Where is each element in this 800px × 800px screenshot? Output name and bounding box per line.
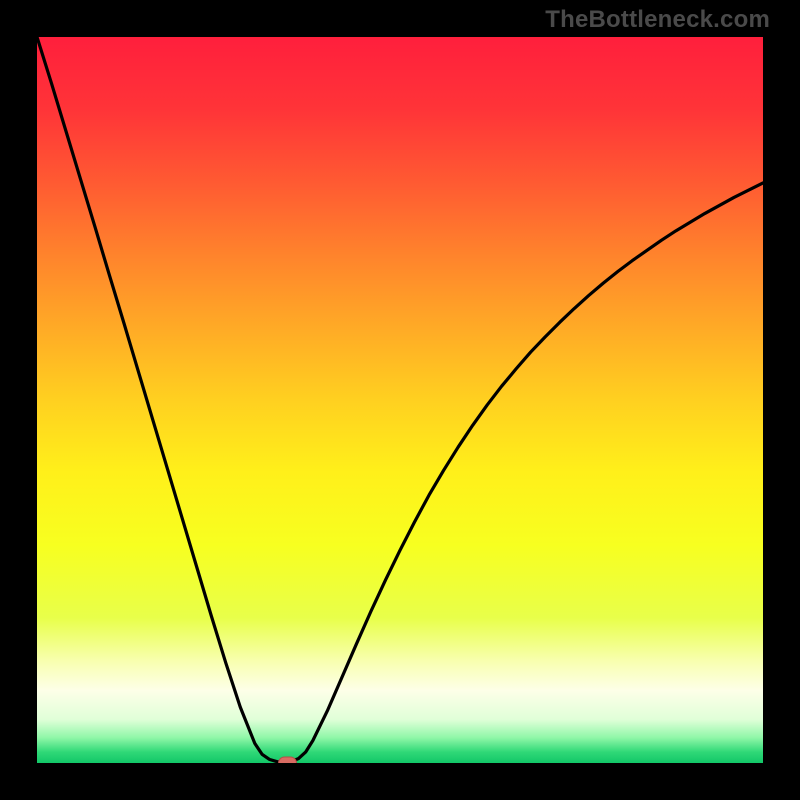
chart-stage: TheBottleneck.com — [0, 0, 800, 800]
watermark-text: TheBottleneck.com — [545, 6, 770, 34]
plot-svg — [37, 37, 763, 763]
minimum-marker — [278, 757, 296, 763]
plot-area — [37, 37, 763, 763]
